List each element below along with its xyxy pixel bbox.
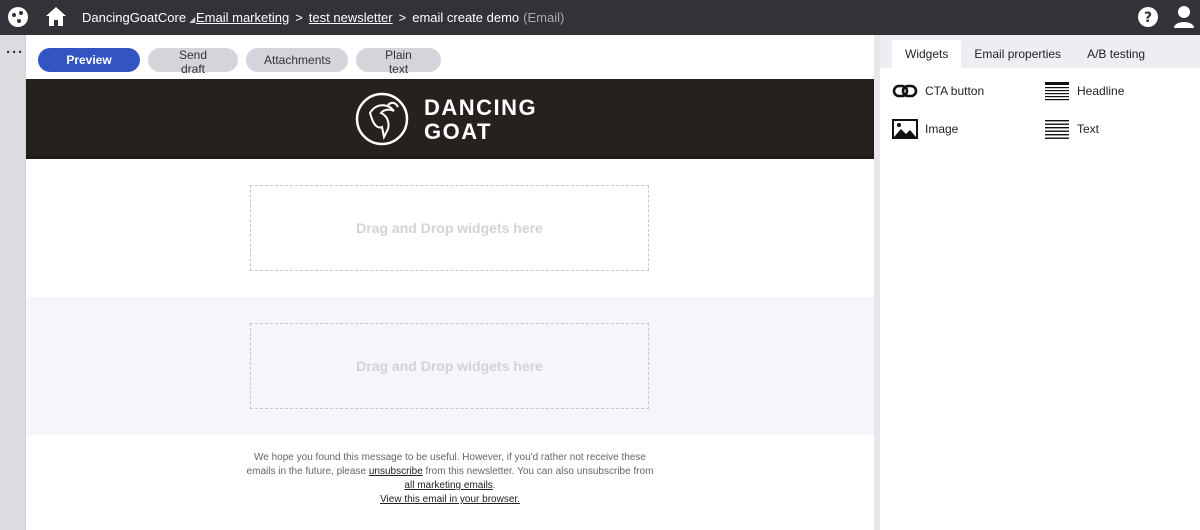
widget-text[interactable]: Text <box>1044 119 1099 139</box>
widget-image[interactable]: Image <box>892 119 958 139</box>
more-options-icon[interactable]: ··· <box>6 44 24 61</box>
widget-drop-zone[interactable]: Drag and Drop widgets here <box>250 323 649 409</box>
tab-email-properties[interactable]: Email properties <box>961 40 1074 68</box>
dancing-goat-logo-icon <box>355 92 409 146</box>
image-icon <box>892 119 918 139</box>
plain-text-button[interactable]: Plain text <box>356 48 441 76</box>
widget-label: Text <box>1077 122 1100 136</box>
app-menu-icon[interactable] <box>7 6 29 28</box>
breadcrumb-separator: > <box>398 10 407 25</box>
widget-label: Image <box>925 122 959 136</box>
svg-text:?: ? <box>1144 10 1152 26</box>
email-editor: Preview Send draft Attachments Plain tex… <box>26 35 874 530</box>
properties-panel: Widgets Email properties A/B testing CTA… <box>880 35 1200 530</box>
footer-text: . <box>492 480 496 491</box>
footer-text-line: View this email in your browser. <box>26 493 874 507</box>
widget-drop-zone[interactable]: Drag and Drop widgets here <box>250 185 649 271</box>
left-sidebar-collapsed: ··· <box>0 35 26 530</box>
footer-text: from this newsletter. You can also unsub… <box>422 466 654 477</box>
editor-toolbar: Preview Send draft Attachments Plain tex… <box>38 48 441 76</box>
help-icon[interactable]: ? <box>1137 6 1159 28</box>
top-bar: DancingGoatCore ◢ Email marketing > test … <box>0 0 1200 35</box>
send-draft-button[interactable]: Send draft <box>148 48 238 76</box>
widget-label: CTA button <box>925 84 985 98</box>
tab-widgets[interactable]: Widgets <box>892 40 962 68</box>
headline-icon <box>1045 82 1069 101</box>
logo-line-1: DANCING <box>424 95 538 120</box>
footer-text: emails in the future, please <box>246 466 369 477</box>
home-icon[interactable] <box>44 5 68 29</box>
breadcrumb: Email marketing > test newsletter > emai… <box>196 10 564 25</box>
view-in-browser-link[interactable]: View this email in your browser. <box>380 494 520 505</box>
editable-zone: Drag and Drop widgets here <box>26 159 874 297</box>
site-selector[interactable]: DancingGoatCore ◢ <box>82 10 195 25</box>
widget-label: Headline <box>1077 84 1125 98</box>
breadcrumb-type: (Email) <box>523 10 565 25</box>
breadcrumb-separator: > <box>295 10 303 25</box>
logo-line-2: GOAT <box>424 119 492 144</box>
user-icon[interactable] <box>1173 5 1195 29</box>
email-footer: We hope you found this message to be use… <box>26 435 874 530</box>
preview-button[interactable]: Preview <box>38 48 140 72</box>
site-name: DancingGoatCore <box>82 10 187 25</box>
widget-headline[interactable]: Headline <box>1044 81 1124 101</box>
attachments-button[interactable]: Attachments <box>246 48 348 72</box>
caret-down-icon: ◢ <box>189 15 196 24</box>
panel-tabs: Widgets Email properties A/B testing <box>880 35 1200 68</box>
tab-ab-testing[interactable]: A/B testing <box>1074 40 1158 68</box>
footer-text-line: all marketing emails. <box>26 479 874 493</box>
email-header-banner: DANCING GOAT <box>26 79 874 159</box>
text-icon <box>1045 120 1069 139</box>
footer-text: We hope you found this message to be use… <box>254 452 646 463</box>
unsubscribe-link[interactable]: unsubscribe <box>369 466 423 477</box>
breadcrumb-email-marketing[interactable]: Email marketing <box>196 10 289 25</box>
widget-cta-button[interactable]: CTA button <box>892 81 984 101</box>
editable-zone: Drag and Drop widgets here <box>26 297 874 435</box>
link-icon <box>892 84 918 98</box>
all-marketing-emails-link[interactable]: all marketing emails <box>404 480 492 491</box>
logo-wordmark: DANCING GOAT <box>424 96 537 144</box>
footer-text-line: emails in the future, please unsubscribe… <box>26 465 874 479</box>
breadcrumb-current: email create demo <box>412 10 520 25</box>
breadcrumb-test-newsletter[interactable]: test newsletter <box>309 10 393 25</box>
